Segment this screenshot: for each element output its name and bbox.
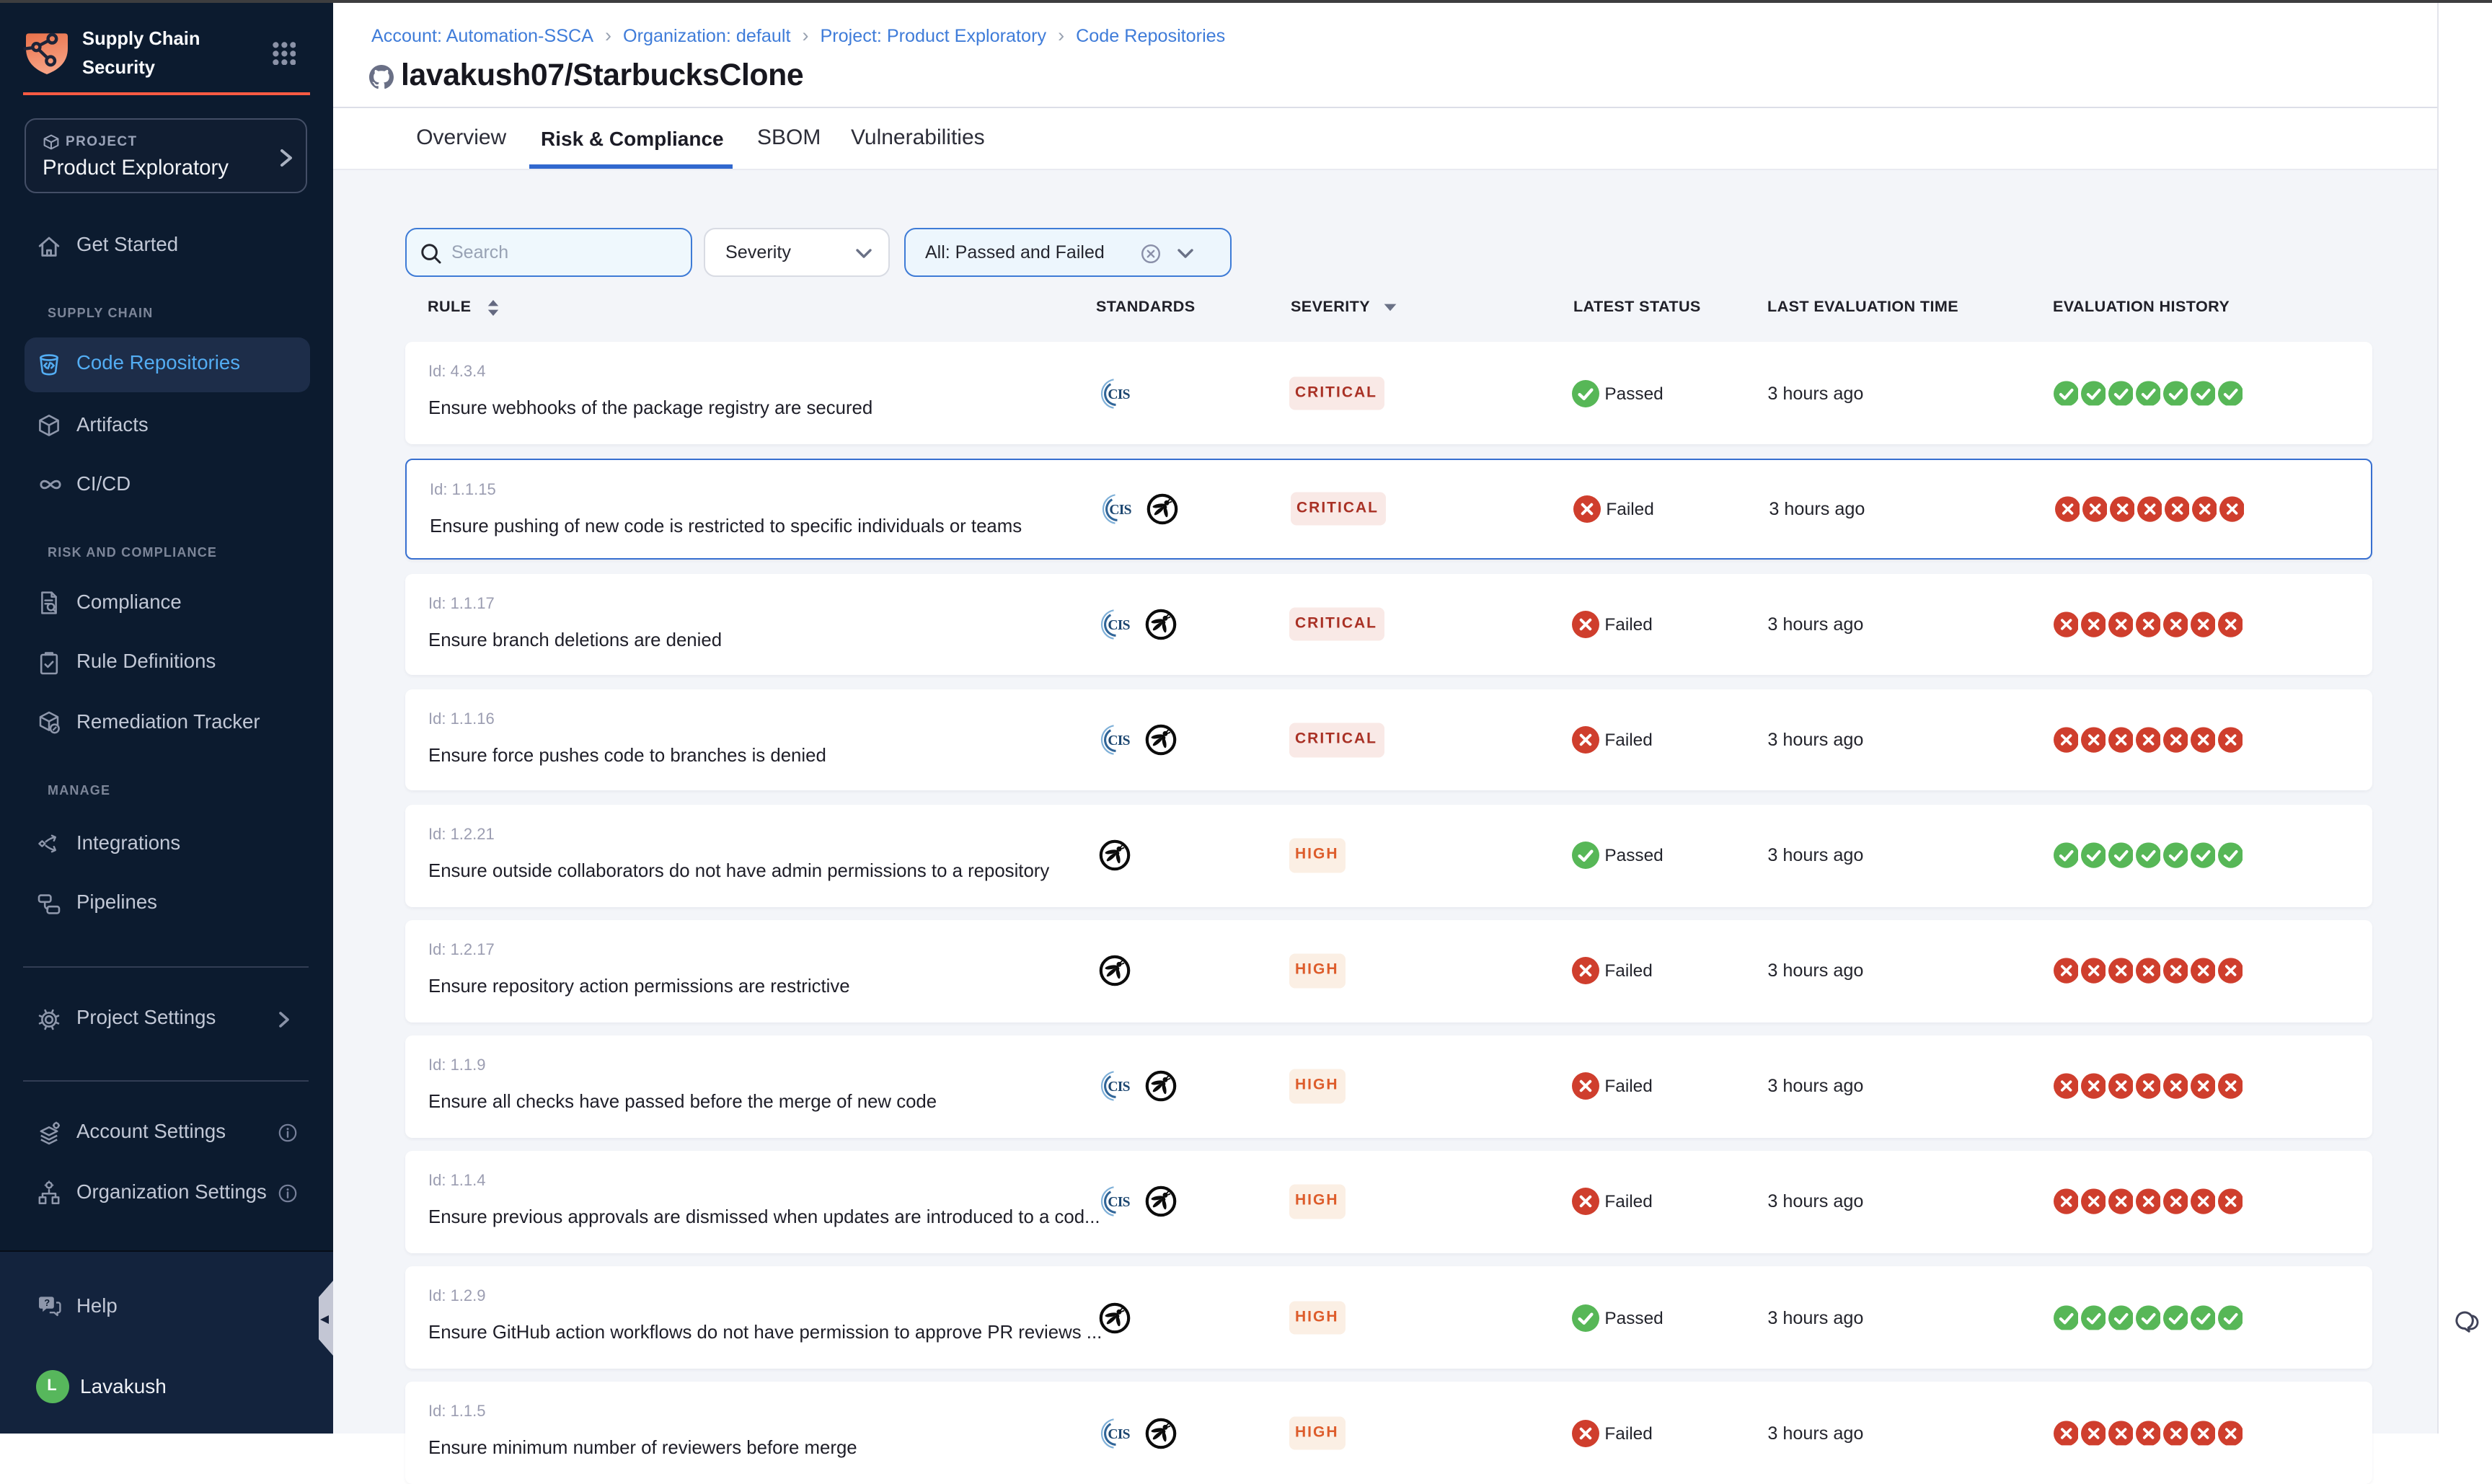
svg-text:CIS: CIS xyxy=(1108,1080,1130,1095)
svg-text:CIS: CIS xyxy=(1108,733,1130,748)
svg-text:CIS: CIS xyxy=(1109,503,1131,518)
svg-text:CIS: CIS xyxy=(1108,387,1130,402)
svg-text:CIS: CIS xyxy=(1108,618,1130,633)
svg-text:CIS: CIS xyxy=(1108,1196,1130,1211)
svg-text:?: ? xyxy=(44,1297,50,1308)
svg-text:CIS: CIS xyxy=(1108,1426,1130,1441)
